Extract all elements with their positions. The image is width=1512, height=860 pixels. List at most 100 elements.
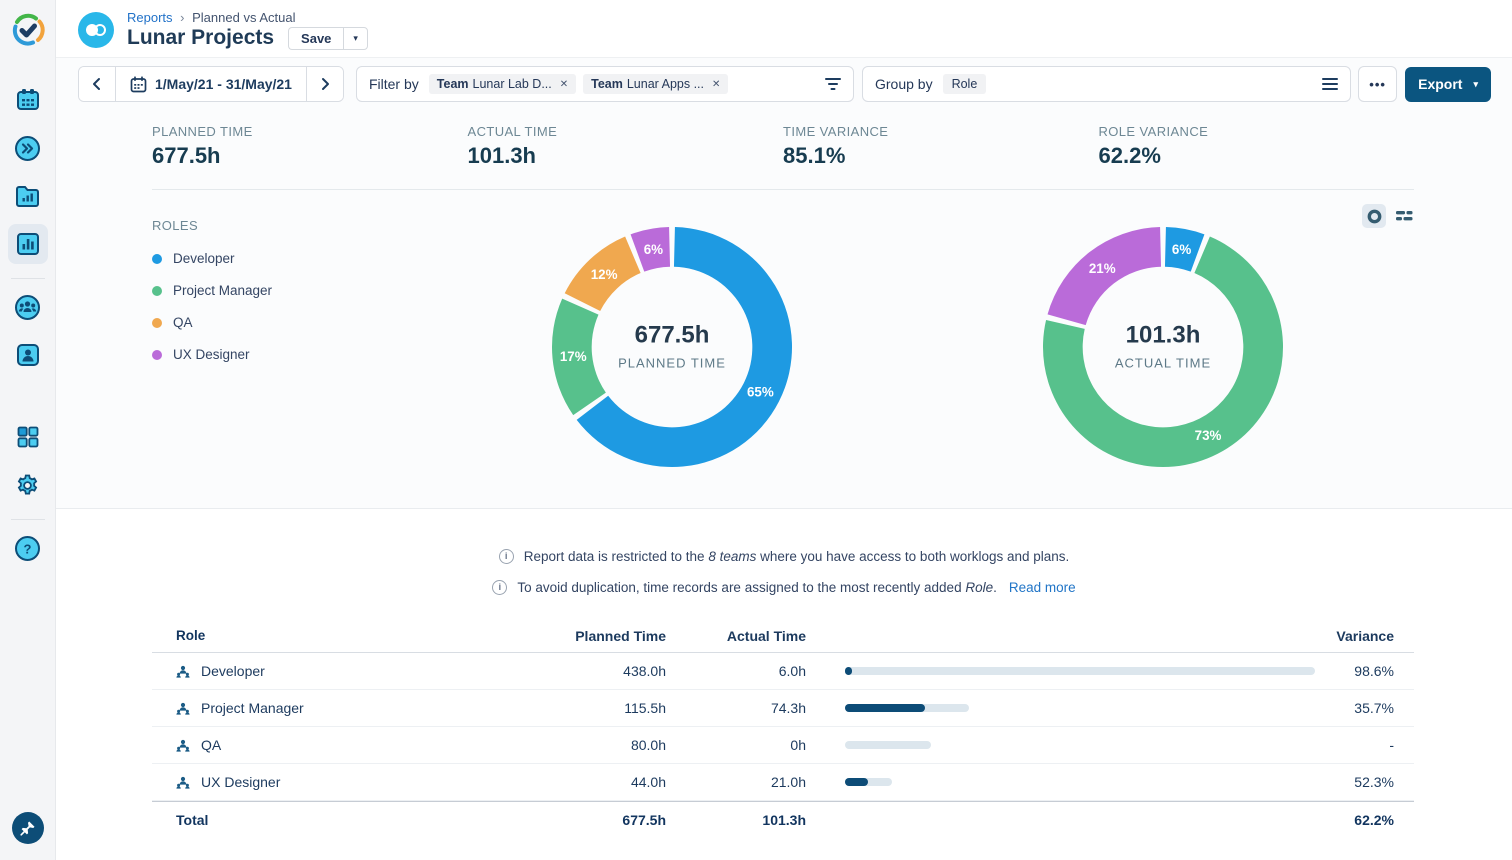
role-name: UX Designer <box>201 774 280 790</box>
sidebar-item-projects-report[interactable] <box>8 176 48 216</box>
note-duplication: i To avoid duplication, time records are… <box>56 580 1512 595</box>
legend-label: QA <box>173 315 193 330</box>
sidebar-item-teams[interactable] <box>8 287 48 327</box>
previous-period-button[interactable] <box>79 67 115 101</box>
legend-dot-ux-designer <box>152 350 162 360</box>
filter-chip-type: Team <box>591 77 623 91</box>
column-planned-time[interactable]: Planned Time <box>550 628 666 644</box>
actual-time-chart-cell: 6%73%21% 101.3h ACTUAL TIME <box>912 208 1414 468</box>
chevron-right-icon <box>318 77 332 91</box>
more-options-button[interactable]: ••• <box>1358 66 1397 102</box>
filter-by-label: Filter by <box>369 76 419 92</box>
pin-sidebar-button[interactable] <box>12 812 44 844</box>
date-range-button[interactable]: 1/May/21 - 31/May/21 <box>115 67 307 101</box>
summary-stats: PLANNED TIME 677.5h ACTUAL TIME 101.3h T… <box>56 102 1512 169</box>
table-total-row: Total 677.5h 101.3h 62.2% <box>152 801 1414 837</box>
date-range-label: 1/May/21 - 31/May/21 <box>155 76 292 92</box>
export-button[interactable]: Export ▾ <box>1405 67 1491 102</box>
report-top-section: 1/May/21 - 31/May/21 Filter by Team Luna… <box>56 58 1512 509</box>
role-group-icon <box>176 665 190 678</box>
save-dropdown-button[interactable]: ▾ <box>343 27 368 50</box>
svg-text:?: ? <box>24 541 32 556</box>
group-menu-icon[interactable] <box>1322 77 1338 91</box>
planned-time-chart-cell: 65%17%12%6% 677.5h PLANNED TIME <box>432 208 912 468</box>
filter-chip-team-2[interactable]: Team Lunar Apps ... ✕ <box>583 74 728 94</box>
sidebar-item-calendar[interactable] <box>8 80 48 120</box>
calendar-small-icon <box>130 76 147 93</box>
stat-actual-time: ACTUAL TIME 101.3h <box>468 124 784 169</box>
sidebar-item-help[interactable]: ? <box>8 528 48 568</box>
total-variance: 62.2% <box>1315 812 1414 828</box>
sidebar-divider <box>11 278 45 279</box>
donut-view-toggle[interactable] <box>1362 204 1386 228</box>
donut-segment-percent: 73% <box>1195 428 1222 443</box>
table-row-project-manager[interactable]: Project Manager 115.5h 74.3h 35.7% <box>152 690 1414 727</box>
donut-segment-percent: 21% <box>1089 261 1116 276</box>
bar-chart-icon <box>15 231 41 257</box>
actual-time-donut[interactable]: 6%73%21% 101.3h ACTUAL TIME <box>1042 226 1284 468</box>
role-name: Project Manager <box>201 700 304 716</box>
sidebar-item-reports[interactable] <box>8 224 48 264</box>
legend-item-qa[interactable]: QA <box>152 315 432 330</box>
group-by-chip[interactable]: Role <box>943 74 987 94</box>
legend-label: Developer <box>173 251 235 266</box>
column-role[interactable]: Role <box>152 628 550 643</box>
column-actual-time[interactable]: Actual Time <box>666 628 806 644</box>
role-group-icon <box>176 702 190 715</box>
teams-icon <box>14 294 41 321</box>
tempo-logo-icon[interactable] <box>8 10 48 50</box>
group-by-label: Group by <box>875 76 933 92</box>
legend-label: Project Manager <box>173 283 272 298</box>
group-by-control[interactable]: Group by Role <box>862 66 1351 102</box>
filter-funnel-icon[interactable] <box>825 77 841 91</box>
next-period-button[interactable] <box>307 67 343 101</box>
sidebar-item-my-work[interactable] <box>8 335 48 375</box>
planned-time-donut-svg: 65%17%12%6% <box>551 226 793 468</box>
date-nav-group: 1/May/21 - 31/May/21 <box>78 66 344 102</box>
tempo-logo-icon <box>11 13 45 47</box>
note-teams-restriction: i Report data is restricted to the 8 tea… <box>56 549 1512 564</box>
breadcrumb-reports-link[interactable]: Reports <box>127 10 173 25</box>
donut-segment-percent: 17% <box>560 349 587 364</box>
breadcrumb-separator: › <box>180 10 184 25</box>
filter-by-control[interactable]: Filter by Team Lunar Lab D... ✕ Team Lun… <box>356 66 854 102</box>
rows-icon <box>1396 210 1413 222</box>
legend-item-developer[interactable]: Developer <box>152 251 432 266</box>
column-variance[interactable]: Variance <box>1315 628 1414 644</box>
legend-dot-developer <box>152 254 162 264</box>
variance-value: 52.3% <box>1315 774 1414 790</box>
planned-time-donut[interactable]: 65%17%12%6% 677.5h PLANNED TIME <box>551 226 793 468</box>
progress-bar <box>845 778 1315 786</box>
apps-grid-icon <box>15 424 41 450</box>
save-button[interactable]: Save <box>288 27 343 50</box>
info-icon: i <box>492 580 507 595</box>
table-row-ux-designer[interactable]: UX Designer 44.0h 21.0h 52.3% <box>152 764 1414 801</box>
pin-icon <box>20 820 36 836</box>
breadcrumb: Reports › Planned vs Actual <box>127 10 368 25</box>
role-group-icon <box>176 776 190 789</box>
filter-chip-team-1[interactable]: Team Lunar Lab D... ✕ <box>429 74 576 94</box>
sidebar-item-apps[interactable] <box>8 417 48 457</box>
sidebar: ? <box>0 0 56 860</box>
sidebar-item-settings[interactable] <box>8 465 48 505</box>
legend-label: UX Designer <box>173 347 250 362</box>
progress-bar <box>845 667 1315 675</box>
table-view-toggle[interactable] <box>1392 204 1416 228</box>
variance-value: - <box>1315 737 1414 753</box>
actual-time-donut-svg: 6%73%21% <box>1042 226 1284 468</box>
total-planned: 677.5h <box>550 812 666 828</box>
planned-value: 115.5h <box>550 700 666 716</box>
read-more-link[interactable]: Read more <box>1009 580 1076 595</box>
table-row-qa[interactable]: QA 80.0h 0h - <box>152 727 1414 764</box>
double-chevron-icon <box>14 135 41 162</box>
legend-item-ux-designer[interactable]: UX Designer <box>152 347 432 362</box>
role-name: Developer <box>201 663 265 679</box>
remove-filter-icon[interactable]: ✕ <box>712 79 720 90</box>
legend-item-project-manager[interactable]: Project Manager <box>152 283 432 298</box>
stat-label: TIME VARIANCE <box>783 124 1099 139</box>
total-label: Total <box>152 812 550 828</box>
table-row-developer[interactable]: Developer 438.0h 6.0h 98.6% <box>152 653 1414 690</box>
sidebar-item-planner[interactable] <box>8 128 48 168</box>
stat-value: 677.5h <box>152 143 468 169</box>
remove-filter-icon[interactable]: ✕ <box>560 79 568 90</box>
